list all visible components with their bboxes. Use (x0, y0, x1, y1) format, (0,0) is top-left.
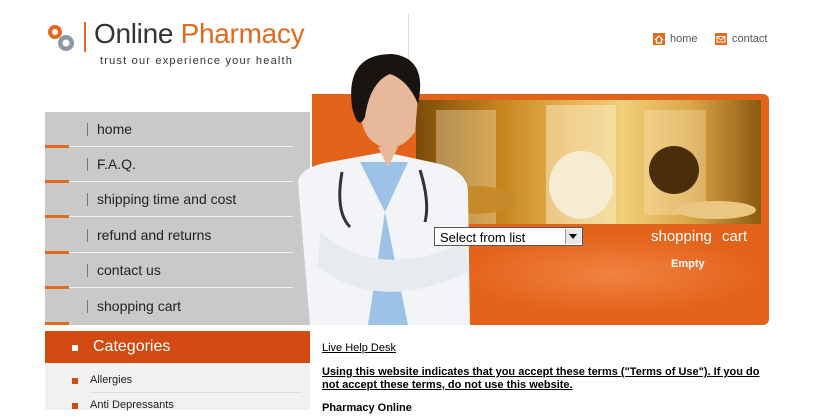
menu-divider (45, 287, 293, 288)
logo-separator (84, 22, 86, 52)
top-link-home-label: home (670, 33, 698, 45)
menu-item-shipping[interactable]: shipping time and cost (45, 182, 310, 218)
top-link-contact-label: contact (732, 33, 768, 45)
menu-item-label: home (97, 121, 133, 137)
menu-item-label: shipping time and cost (97, 191, 237, 207)
category-label: Anti Depressants (90, 399, 174, 411)
top-link-home[interactable]: home (653, 33, 698, 45)
doctor-image (298, 54, 470, 325)
categories-title: Categories (93, 338, 171, 355)
menu-accent (45, 322, 69, 325)
home-icon (653, 33, 665, 45)
menu-item-label: refund and returns (97, 227, 212, 243)
product-select[interactable]: Select from list (434, 227, 583, 246)
banner-glow (462, 234, 762, 314)
menu-tick (87, 300, 88, 313)
menu-item-label: contact us (97, 262, 161, 278)
menu-divider (45, 216, 293, 217)
menu-item-refund[interactable]: refund and returns (45, 218, 310, 254)
live-help-link[interactable]: Live Help Desk (322, 342, 396, 354)
menu-item-label: shopping cart (97, 298, 182, 314)
menu-item-faq[interactable]: F.A.Q. (45, 147, 310, 183)
menu-tick (87, 123, 88, 136)
menu-tick (87, 158, 88, 171)
site-tagline: trust our experience your health (100, 55, 294, 67)
menu-item-home[interactable]: home (45, 112, 310, 148)
categories-list: Allergies Anti Depressants (45, 363, 310, 411)
categories-bullet (72, 345, 78, 351)
site-title[interactable]: Online Pharmacy (94, 18, 305, 50)
main-menu: home F.A.Q. shipping time and cost refun… (45, 112, 310, 325)
terms-of-use-link[interactable]: Using this website indicates that you ac… (322, 366, 767, 392)
category-bullet (72, 378, 78, 384)
site-title-word2: Pharmacy (180, 18, 305, 49)
category-label: Allergies (90, 374, 133, 386)
menu-tick (87, 193, 88, 206)
chevron-down-icon[interactable] (565, 229, 581, 244)
menu-tick (87, 264, 88, 277)
menu-item-contact[interactable]: contact us (45, 253, 310, 289)
top-link-contact[interactable]: contact (715, 33, 767, 45)
category-allergies[interactable]: Allergies (45, 369, 310, 393)
shopping-cart-link[interactable]: shopping cart (651, 228, 747, 245)
categories-header: Categories (45, 331, 310, 363)
product-select-value: Select from list (440, 230, 526, 245)
content-heading: Pharmacy Online (322, 402, 412, 414)
menu-item-cart[interactable]: shopping cart (45, 289, 310, 325)
menu-item-label: F.A.Q. (97, 156, 136, 172)
menu-tick (87, 229, 88, 242)
site-title-word1: Online (94, 18, 174, 49)
cart-status: Empty (671, 258, 705, 270)
logo-icon (48, 25, 74, 51)
envelope-icon (715, 33, 727, 45)
category-anti-depressants[interactable]: Anti Depressants (45, 394, 310, 418)
category-divider (90, 392, 302, 393)
category-bullet (72, 403, 78, 409)
